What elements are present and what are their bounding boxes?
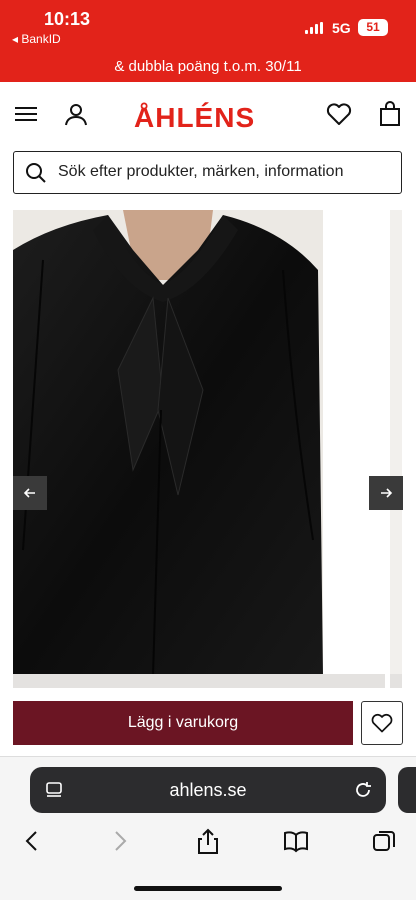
share-icon[interactable] [194, 827, 222, 855]
search-input[interactable]: Sök efter produkter, märken, information [13, 151, 402, 194]
browser-toolbar: ahlens.se [0, 756, 416, 900]
product-image-carousel[interactable] [0, 206, 416, 690]
forward-icon[interactable] [106, 827, 134, 855]
wishlist-button[interactable] [361, 701, 403, 745]
status-bar: 10:13 ◂ BankID 5G 51 [0, 0, 416, 52]
tabs-icon[interactable] [370, 827, 398, 855]
address-url: ahlens.se [169, 780, 247, 800]
add-to-cart-button[interactable]: Lägg i varukorg [13, 701, 353, 745]
back-to-app-link[interactable]: ◂ BankID [12, 32, 61, 46]
search-icon [26, 163, 46, 183]
promo-banner[interactable]: & dubbla poäng t.o.m. 30/11 [0, 52, 416, 82]
site-header: ÅHLÉNS [0, 82, 416, 146]
next-image-peek [390, 210, 402, 676]
signal-icon [305, 22, 325, 34]
site-logo[interactable]: ÅHLÉNS [134, 102, 255, 134]
next-image-button[interactable] [369, 476, 403, 510]
arrow-right-icon [381, 488, 393, 498]
home-indicator [134, 886, 282, 891]
reload-icon[interactable] [352, 779, 374, 801]
bag-icon[interactable] [376, 100, 404, 128]
bookmarks-icon[interactable] [282, 827, 310, 855]
search-placeholder: Sök efter produkter, märken, information [58, 163, 344, 180]
menu-icon[interactable] [12, 100, 40, 128]
back-icon[interactable] [18, 827, 46, 855]
heart-icon[interactable] [325, 100, 353, 128]
status-time: 10:13 [44, 9, 91, 29]
user-icon[interactable] [62, 100, 90, 128]
next-tab-peek[interactable] [398, 767, 416, 813]
network-label: 5G [332, 20, 351, 36]
thumbnail-strip[interactable] [13, 674, 385, 688]
heart-icon [371, 713, 393, 733]
previous-image-button[interactable] [13, 476, 47, 510]
address-bar[interactable]: ahlens.se [30, 767, 386, 813]
product-image [13, 210, 323, 676]
arrow-left-icon [23, 488, 35, 498]
battery-indicator: 51 [358, 19, 388, 36]
thumbnail-strip-next[interactable] [390, 674, 402, 688]
